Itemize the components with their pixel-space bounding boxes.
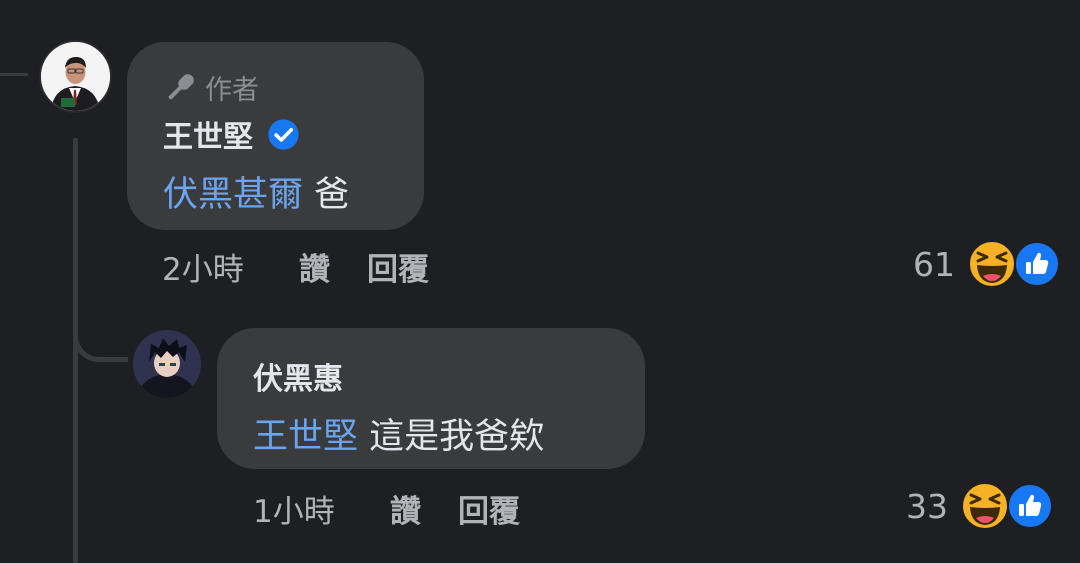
thread-connector-top — [0, 73, 28, 76]
comment-author-name[interactable]: 王世堅 — [163, 112, 300, 156]
reply-author-name[interactable]: 伏黑惠 — [253, 354, 343, 398]
like-icon — [1007, 483, 1053, 529]
reply-author-name-text[interactable]: 伏黑惠 — [253, 354, 343, 398]
comment-actions: 2小時 讚 回覆 — [162, 244, 429, 289]
reply-bubble: 伏黑惠 王世堅 這是我爸欸 — [217, 328, 645, 469]
comment-body: 爸 — [303, 175, 350, 215]
comment-like-button[interactable]: 讚 — [299, 244, 367, 289]
comment-reactions[interactable]: 61 — [913, 239, 1061, 289]
reply-connector — [73, 300, 128, 362]
verified-badge-icon — [268, 118, 299, 150]
haha-icon — [968, 240, 1016, 288]
reply-author-avatar[interactable] — [133, 330, 201, 398]
haha-icon — [961, 482, 1009, 530]
author-badge-label: 作者 — [205, 75, 259, 106]
comment-reply-button[interactable]: 回覆 — [367, 244, 429, 289]
author-avatar[interactable] — [41, 42, 110, 111]
comment-author-name-text[interactable]: 王世堅 — [163, 112, 253, 156]
comment-reaction-icons — [967, 239, 1061, 289]
author-badge: 作者 — [163, 68, 259, 107]
reply-timestamp[interactable]: 1小時 — [253, 486, 390, 531]
comment-text: 伏黑甚爾 爸 — [163, 166, 349, 217]
reply-text: 王世堅 這是我爸欸 — [253, 408, 544, 459]
reply-like-button[interactable]: 讚 — [390, 486, 458, 531]
reply-reactions[interactable]: 33 — [906, 481, 1054, 531]
reply-avatar-image — [133, 330, 201, 398]
reply-body: 這是我爸欸 — [358, 417, 545, 457]
reply-reply-button[interactable]: 回覆 — [458, 486, 520, 531]
microphone-icon — [168, 73, 194, 99]
reply-reaction-count: 33 — [906, 486, 948, 526]
reply-mention[interactable]: 王世堅 — [253, 417, 358, 457]
comment-timestamp[interactable]: 2小時 — [162, 244, 299, 289]
comment-mention[interactable]: 伏黑甚爾 — [163, 175, 303, 215]
reply-actions: 1小時 讚 回覆 — [253, 486, 520, 531]
like-icon — [1014, 241, 1060, 287]
comment-bubble: 作者 王世堅 伏黑甚爾 爸 — [127, 42, 424, 230]
comment-reaction-count: 61 — [913, 244, 955, 284]
author-avatar-image — [41, 42, 110, 111]
reply-reaction-icons — [960, 481, 1054, 531]
